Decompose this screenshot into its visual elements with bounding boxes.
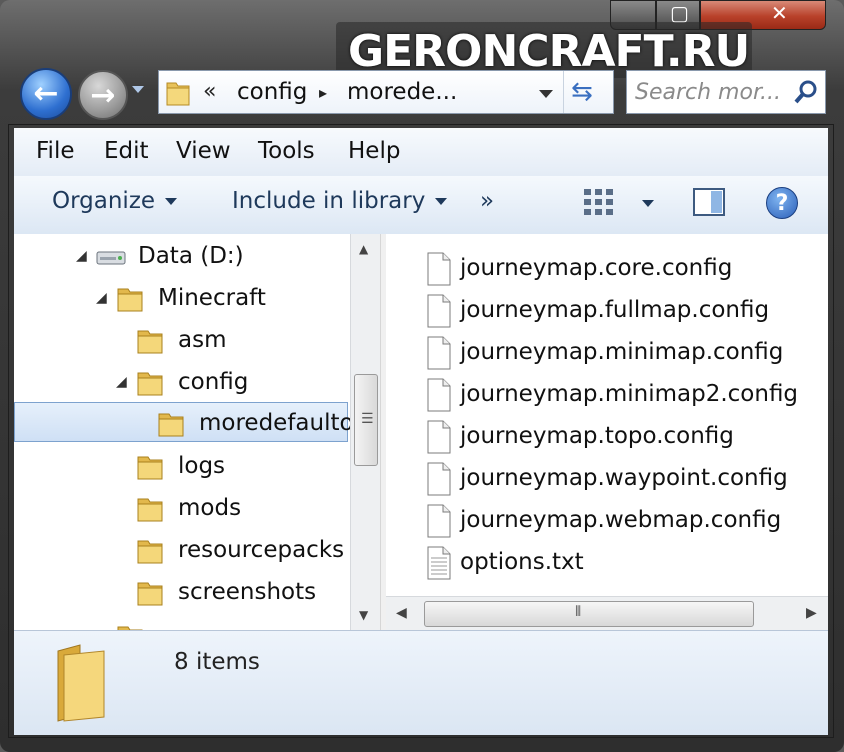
forward-arrow-icon: → (90, 78, 116, 113)
search-input[interactable] (633, 77, 787, 107)
address-segment-current[interactable]: morede... (347, 79, 457, 105)
forward-button[interactable]: → (78, 70, 128, 120)
search-icon[interactable] (793, 77, 819, 111)
address-separator-icon[interactable]: ▸ (319, 83, 327, 102)
address-dropdown-icon[interactable] (539, 90, 553, 98)
back-button[interactable]: ← (20, 68, 72, 120)
folder-icon (165, 77, 191, 111)
address-divider (563, 71, 564, 113)
address-bar[interactable]: « config ▸ morede... ⇆ (158, 70, 614, 114)
recent-pages-dropdown[interactable] (132, 86, 144, 93)
address-segment-config[interactable]: config (237, 79, 307, 105)
refresh-icon[interactable]: ⇆ (571, 77, 593, 107)
close-icon: ✕ (771, 1, 788, 25)
back-arrow-icon: ← (33, 76, 59, 111)
search-box[interactable] (626, 70, 826, 114)
content-border (8, 124, 834, 738)
window-frame: ▢ ✕ GERONCRAFT.RU ← → « config ▸ morede.… (0, 0, 844, 752)
address-overflow-chevron[interactable]: « (203, 79, 216, 104)
